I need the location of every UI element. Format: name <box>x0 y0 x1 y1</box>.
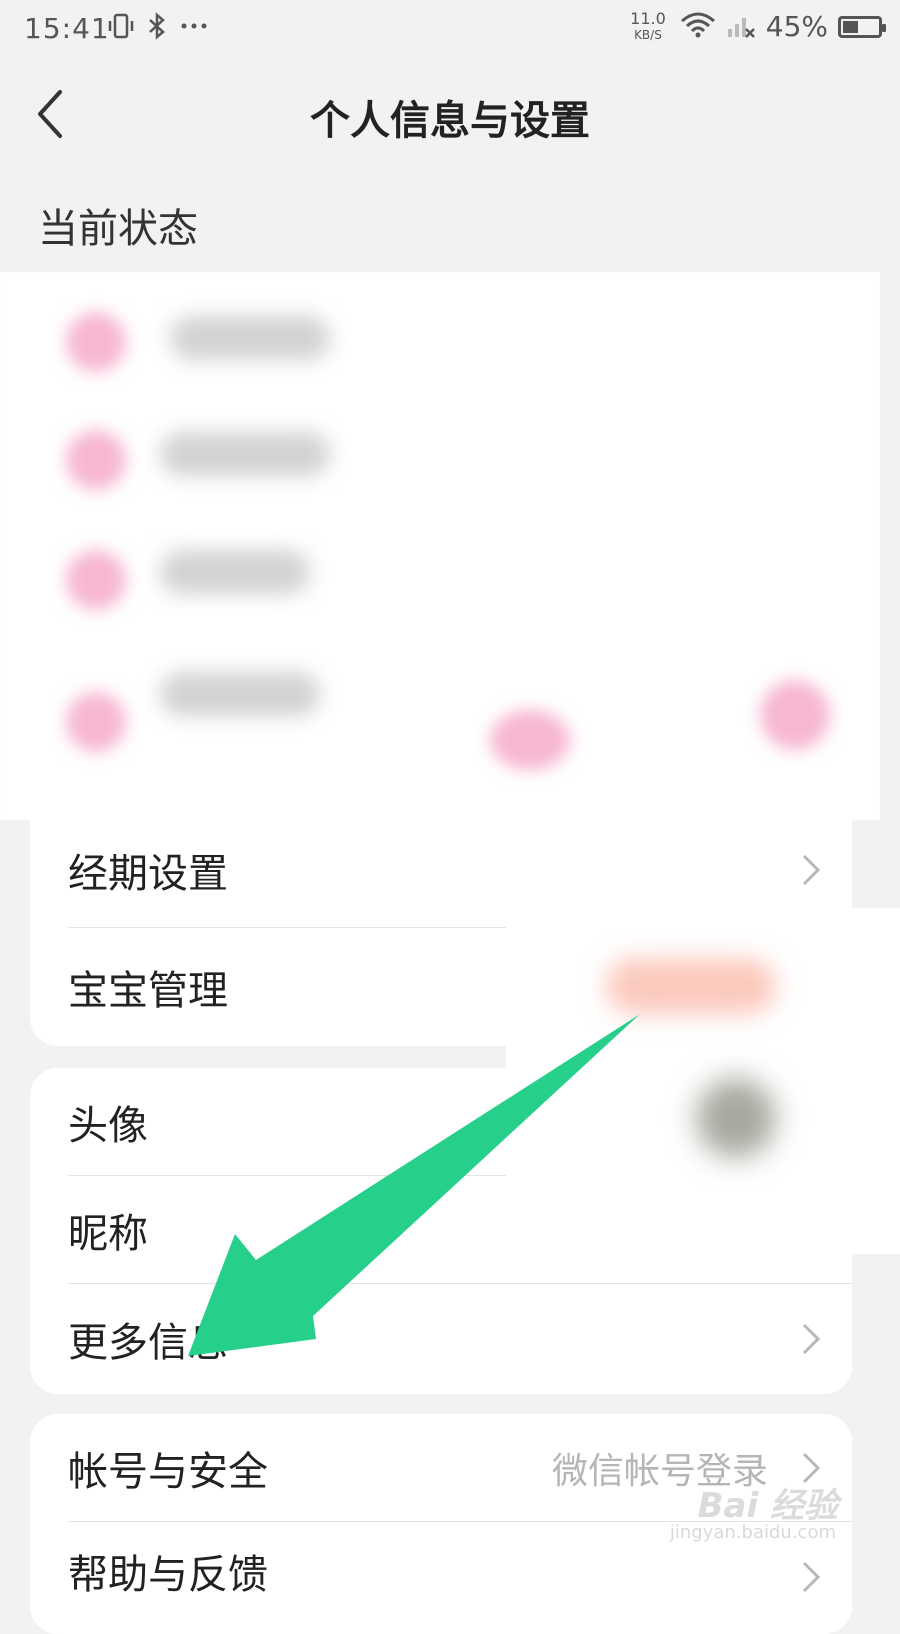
status-bar: 15:41 11.0 KB/S 45% <box>0 0 900 62</box>
more-dots-icon <box>180 12 208 47</box>
watermark-logo: Bai 经验 <box>697 1486 838 1526</box>
current-status-card <box>0 272 880 820</box>
section-title-current-status: 当前状态 <box>38 206 198 252</box>
blurred-status-dot <box>760 680 830 750</box>
cellular-signal-icon <box>726 11 756 43</box>
bluetooth-icon <box>146 12 168 47</box>
blurred-status-dot <box>66 312 126 372</box>
blurred-avatar <box>696 1078 776 1158</box>
page-title: 个人信息与设置 <box>310 98 590 144</box>
status-time: 15:41 <box>24 12 110 45</box>
blurred-region <box>506 908 900 1254</box>
battery-percent: 45% <box>765 10 828 43</box>
chevron-right-icon <box>802 1561 821 1593</box>
blurred-status-dot <box>490 710 570 770</box>
row-label: 昵称 <box>68 1211 148 1257</box>
battery-icon <box>838 15 886 38</box>
network-speed: 11.0 KB/S <box>630 8 666 42</box>
row-label: 头像 <box>68 1103 148 1149</box>
watermark-url: jingyan.baidu.com <box>669 1522 836 1543</box>
blurred-status-text <box>170 316 330 360</box>
navigation-bar: 个人信息与设置 <box>0 62 900 172</box>
blurred-status-dot <box>66 692 126 752</box>
chevron-right-icon <box>802 854 821 886</box>
blurred-status-dot <box>66 550 126 610</box>
row-more-info[interactable]: 更多信息 <box>30 1284 852 1394</box>
row-label: 帮助与反馈 <box>68 1552 268 1598</box>
row-label: 更多信息 <box>68 1320 228 1366</box>
blurred-status-text <box>160 672 320 716</box>
chevron-right-icon <box>802 1323 821 1355</box>
vibrate-icon <box>108 12 134 47</box>
wifi-icon <box>680 11 716 43</box>
blurred-status-text <box>160 432 330 476</box>
row-label: 宝宝管理 <box>68 968 228 1014</box>
blurred-status-dot <box>66 430 126 490</box>
blurred-badge <box>606 958 776 1014</box>
row-label: 经期设置 <box>68 851 228 897</box>
blurred-status-text <box>160 550 310 594</box>
row-label: 帐号与安全 <box>68 1449 268 1495</box>
